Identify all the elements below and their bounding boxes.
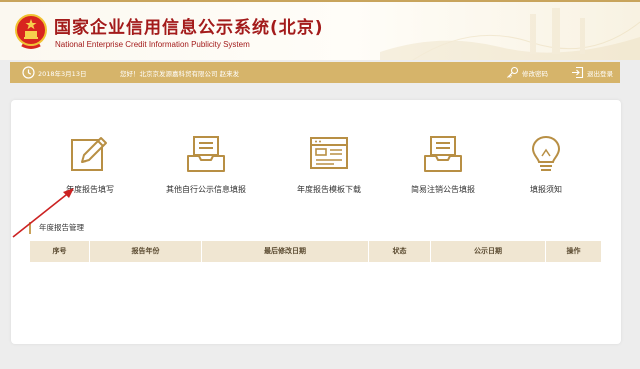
template-window-icon (310, 137, 348, 169)
lightbulb-icon (531, 135, 561, 171)
annual-template-download-button[interactable]: 年度报告模板下载 (274, 134, 384, 204)
user-greeting: 您好！北京京发源嘉科贸有限公司 赵来发 (120, 69, 240, 78)
logout-icon[interactable] (571, 66, 584, 79)
logout-link[interactable]: 退出登录 (587, 62, 613, 83)
column-header: 操作 (566, 247, 581, 255)
column-header: 序号 (30, 241, 90, 262)
key-icon[interactable] (506, 66, 519, 79)
national-emblem-icon (15, 14, 47, 49)
annotation-arrow (12, 188, 74, 238)
edit-report-icon (71, 137, 107, 171)
site-header: 国家企业信用信息公示系统(北京) National Enterprise Cre… (0, 0, 640, 60)
filing-instructions-button[interactable]: 填报须知 (491, 134, 601, 204)
change-password-link[interactable]: 修改密码 (522, 62, 548, 83)
annual-report-table-header: 序号 报告年份 最后修改日期 状态 公示日期 操作 (30, 241, 601, 262)
column-header: 最后修改日期 (202, 241, 369, 262)
clock-icon (22, 66, 35, 79)
other-disclosure-button[interactable]: 其他自行公示信息填报 (151, 134, 261, 204)
filing-instructions-label: 填报须知 (530, 185, 562, 194)
main-panel: 年度报告填写 其他自行公示信息填报 年度报告模板下载 简易注销公告填报 填报须知… (11, 100, 621, 344)
simple-deregistration-label: 简易注销公告填报 (411, 185, 475, 194)
other-disclosure-label: 其他自行公示信息填报 (166, 185, 246, 194)
header-decoration (380, 8, 640, 60)
user-info-bar: 2018年3月13日 您好！北京京发源嘉科贸有限公司 赵来发 修改密码 退出登录 (10, 62, 620, 83)
site-subtitle: National Enterprise Credit Information P… (55, 40, 250, 49)
simple-deregistration-button[interactable]: 简易注销公告填报 (388, 134, 498, 204)
inbox-tray-icon (424, 136, 462, 172)
annual-template-download-label: 年度报告模板下载 (297, 185, 361, 194)
current-date: 2018年3月13日 (38, 69, 87, 78)
site-title: 国家企业信用信息公示系统(北京) (54, 18, 324, 38)
inbox-tray-icon (187, 136, 225, 172)
column-header: 报告年份 (90, 241, 202, 262)
column-header: 公示日期 (431, 241, 546, 262)
column-header: 状态 (369, 241, 431, 262)
